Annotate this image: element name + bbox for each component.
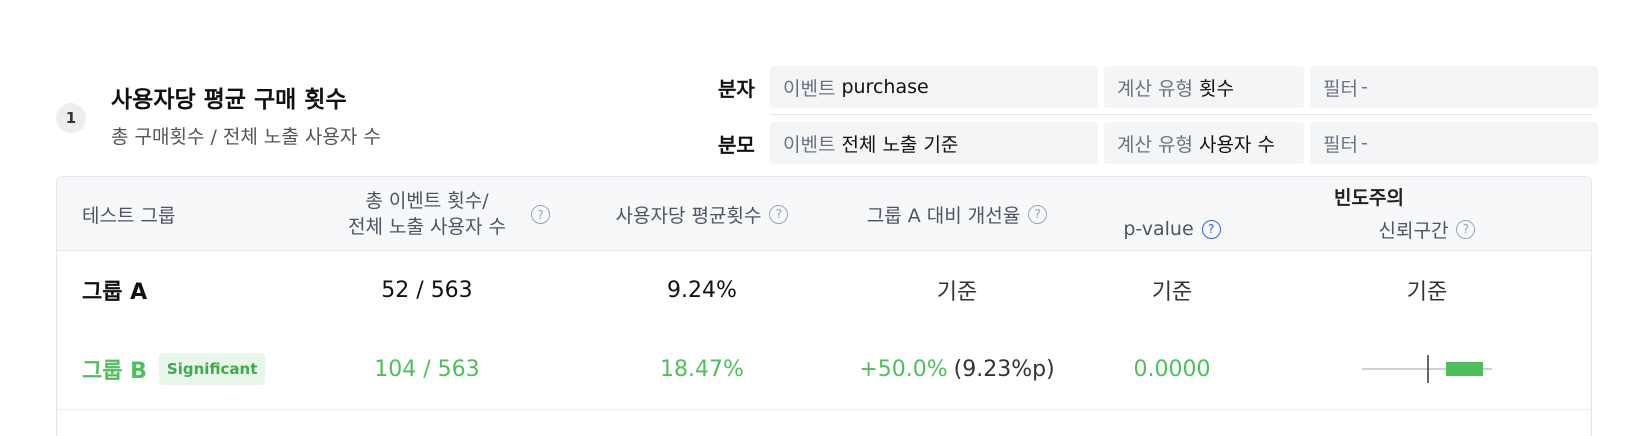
header-pvalue-label: p-value	[1123, 218, 1194, 240]
avg-help-icon[interactable]: ?	[769, 204, 789, 224]
numerator-calc-key: 계산 유형	[1117, 77, 1193, 100]
row-a-ci: 기준	[1406, 280, 1448, 305]
row-b-group-cell: 그룹 B Significant	[82, 329, 266, 409]
denominator-event-value: 전체 노출 기준	[841, 133, 959, 156]
numerator-event-field[interactable]: 이벤트 purchase	[770, 66, 1098, 108]
header-improvement: 그룹 A 대비 개선율 ?	[837, 177, 1077, 251]
definition-divider	[770, 114, 1592, 115]
header-improvement-label: 그룹 A 대비 개선율	[866, 204, 1021, 227]
denominator-calc-value: 사용자 수	[1198, 133, 1275, 156]
row-a-avg: 9.24%	[667, 277, 737, 303]
numerator-filter-key: 필터	[1323, 77, 1358, 100]
ci-range-bar	[1446, 362, 1483, 376]
numerator-event-value: purchase	[841, 76, 929, 98]
results-table: 테스트 그룹 총 이벤트 횟수/ 전체 노출 사용자 수 ? 사용자당 평균횟수…	[56, 176, 1592, 436]
header-total-ratio: 총 이벤트 횟수/ 전체 노출 사용자 수	[327, 185, 527, 243]
header-frequentist: 빈도주의	[1334, 186, 1404, 209]
row-b-improvement-cell: +50.0% (9.23%p)	[837, 329, 1077, 409]
total-ratio-help-icon[interactable]: ?	[531, 205, 550, 224]
numerator-label: 분자	[718, 76, 755, 101]
numerator-calc-field[interactable]: 계산 유형 횟수	[1104, 66, 1304, 108]
row-b-avg: 18.47%	[660, 356, 744, 382]
denominator-calc-key: 계산 유형	[1117, 133, 1193, 156]
header-avg: 사용자당 평균횟수 ?	[577, 177, 827, 251]
table-bottom-divider	[57, 409, 1591, 410]
row-a-group: 그룹 A	[82, 280, 148, 305]
numerator-event-key: 이벤트	[783, 77, 836, 100]
header-total-line1: 총 이벤트 횟수/	[365, 190, 489, 212]
numerator-calc-value: 횟수	[1198, 77, 1234, 100]
improvement-help-icon[interactable]: ?	[1028, 204, 1048, 224]
header-ci: 신뢰구간 ?	[1352, 213, 1502, 245]
row-b-ratio: 104 / 563	[374, 356, 480, 382]
confidence-interval-plot	[1362, 355, 1492, 383]
step-number-badge: 1	[56, 103, 86, 133]
denominator-filter-field[interactable]: 필터 -	[1310, 122, 1598, 164]
header-total-line2: 전체 노출 사용자 수	[348, 216, 506, 238]
numerator-filter-field[interactable]: 필터 -	[1310, 66, 1598, 108]
denominator-filter-key: 필터	[1323, 133, 1358, 156]
header-ci-label: 신뢰구간	[1378, 219, 1449, 242]
row-a-pvalue: 기준	[1151, 280, 1193, 305]
row-b-ci	[1337, 329, 1517, 409]
row-b-improvement-diff: (9.23%p)	[953, 356, 1055, 382]
denominator-row: 분모 이벤트 전체 노출 기준 계산 유형 사용자 수 필터 -	[718, 122, 1598, 164]
numerator-row: 분자 이벤트 purchase 계산 유형 횟수 필터 -	[718, 66, 1598, 108]
denominator-label: 분모	[718, 132, 755, 157]
significant-badge: Significant	[158, 353, 266, 385]
header-avg-label: 사용자당 평균횟수	[615, 204, 762, 227]
denominator-event-key: 이벤트	[783, 133, 836, 156]
metric-title: 사용자당 평균 구매 횟수	[111, 87, 347, 113]
denominator-filter-value: -	[1360, 132, 1368, 154]
header-test-group: 테스트 그룹	[82, 204, 176, 227]
header-pvalue: p-value ?	[1097, 213, 1247, 245]
row-b-pvalue: 0.0000	[1133, 356, 1211, 382]
pvalue-help-icon[interactable]: ?	[1201, 219, 1221, 239]
row-a-improvement: 기준	[936, 280, 978, 305]
denominator-calc-field[interactable]: 계산 유형 사용자 수	[1104, 122, 1304, 164]
ci-help-icon[interactable]: ?	[1456, 219, 1476, 239]
row-a-ratio: 52 / 563	[381, 277, 473, 303]
row-b-group: 그룹 B	[82, 359, 147, 384]
metric-formula: 총 구매횟수 / 전체 노출 사용자 수	[111, 126, 381, 148]
numerator-filter-value: -	[1360, 76, 1368, 98]
table-header: 테스트 그룹 총 이벤트 횟수/ 전체 노출 사용자 수 ? 사용자당 평균횟수…	[57, 177, 1591, 251]
denominator-event-field[interactable]: 이벤트 전체 노출 기준	[770, 122, 1098, 164]
row-b-improvement: +50.0%	[859, 356, 948, 382]
